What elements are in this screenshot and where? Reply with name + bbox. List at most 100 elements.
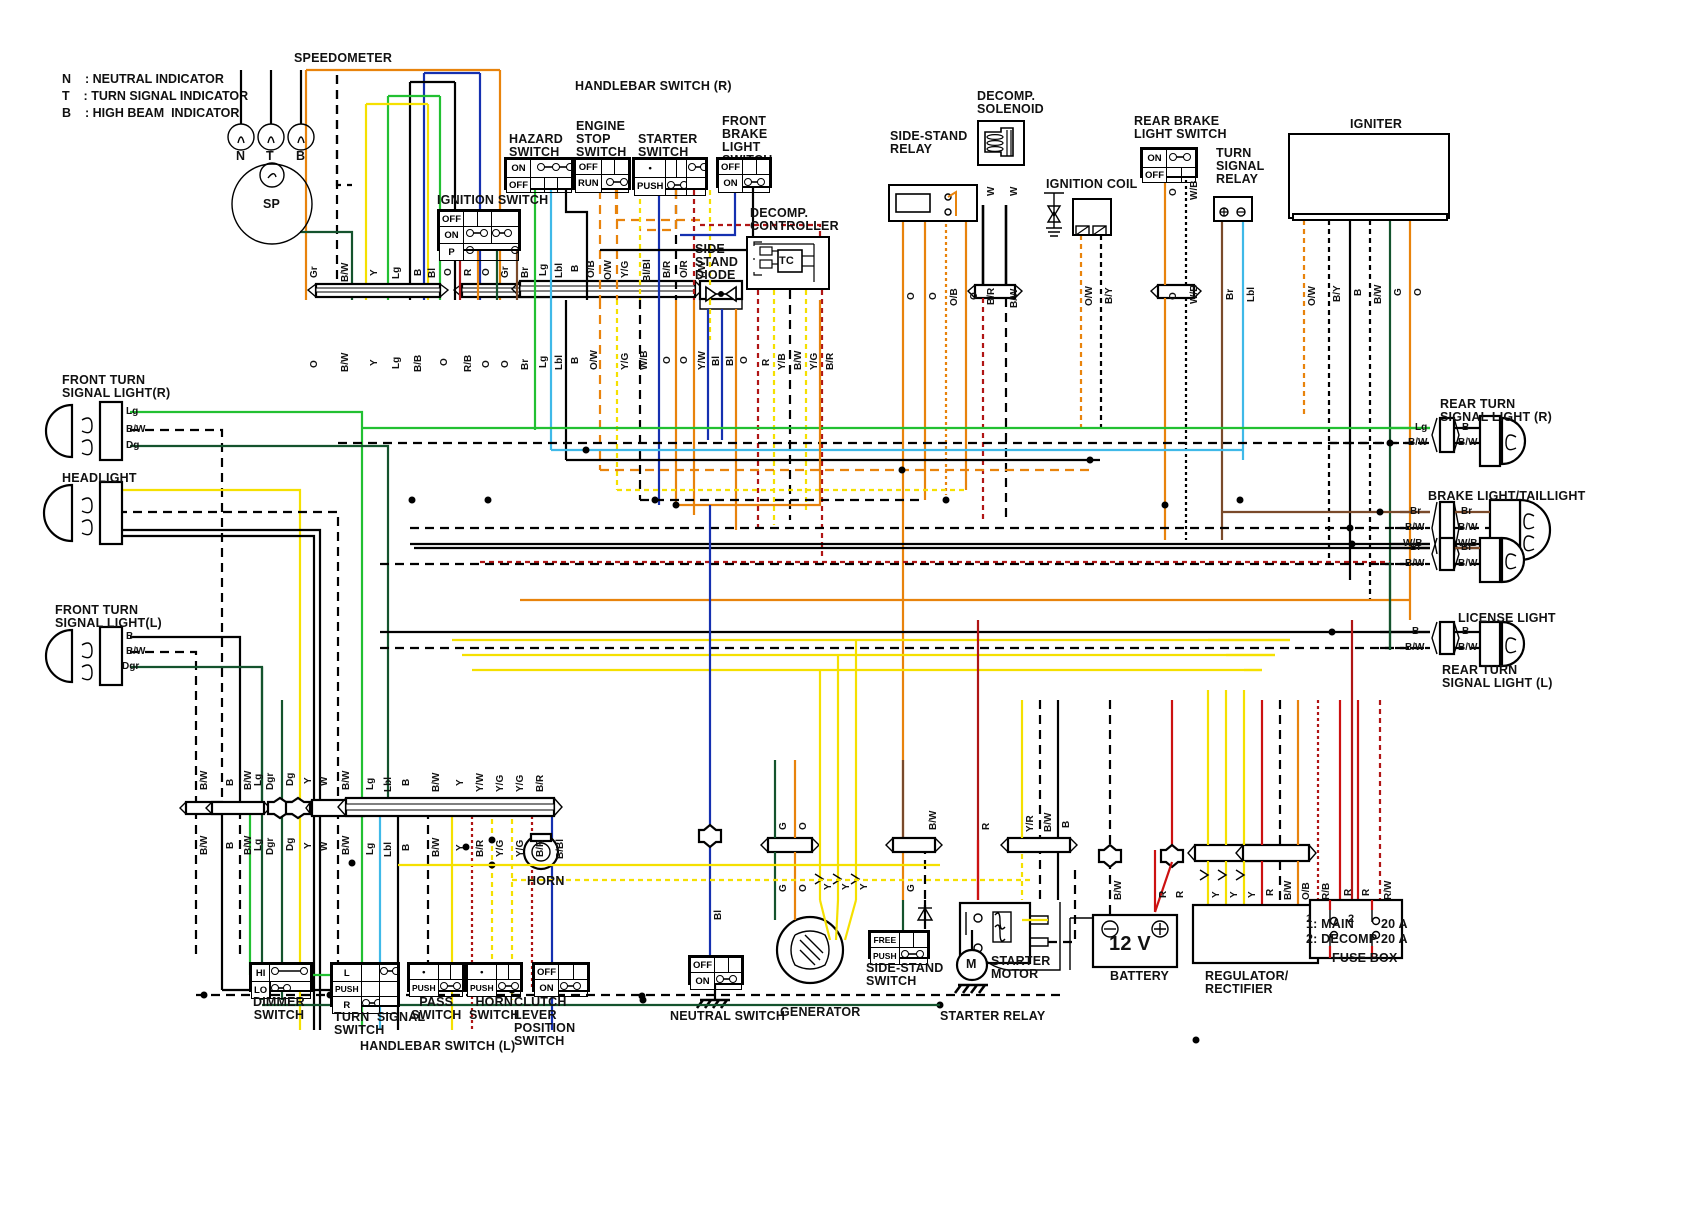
wl-lc-5: Dg — [285, 837, 296, 851]
front-brake-row-off: OFF — [718, 159, 743, 175]
speedometer-indicator-lamps — [227, 70, 315, 151]
clutch-lever-position-switch[interactable]: OFF ON — [532, 962, 590, 997]
starter-motor-symbol: M — [966, 957, 977, 971]
wl-reg-0: Y — [1211, 891, 1222, 898]
brake-left-0: Br — [1410, 506, 1422, 517]
wl-gen-0: G — [778, 822, 789, 830]
wl-hbrb-4: Y/G — [620, 352, 631, 370]
wl-spd-t-4: B — [413, 268, 424, 276]
rear-turn-l-left-1: B/W — [1405, 642, 1425, 653]
wl-hbr-0: Lg — [538, 263, 549, 276]
wl-reg-2: Y — [1247, 891, 1258, 898]
wl-ig-3: B/W — [1373, 284, 1384, 304]
headlight-title: HEADLIGHT — [62, 471, 137, 485]
wl-spd-t-3: Lg — [391, 266, 402, 279]
wl-dsolb-0: B/R — [986, 287, 997, 305]
ignition-switch-title: IGNITION SWITCH — [437, 193, 549, 207]
clutch-lever-position-switch-title: CLUTCH LEVER POSITION SWITCH — [514, 995, 576, 1048]
wl-ign-3: Br — [520, 266, 531, 278]
wl-ig-5: O — [1413, 288, 1424, 296]
clutch-row-off: OFF — [534, 964, 559, 980]
brake-right-0: Br — [1461, 506, 1473, 517]
ignition-switch[interactable]: OFF ON P — [437, 209, 521, 261]
lamp-label-t: T — [266, 149, 274, 163]
engine-stop-row-run: RUN — [575, 174, 602, 193]
decomp-solenoid-box — [977, 120, 1025, 166]
bottom-left-connectors — [179, 796, 563, 820]
front-turn-r-wire-1: B/W — [126, 424, 146, 435]
wl-rbs-1: W/B — [1189, 180, 1200, 200]
fuse-2-rating: 20 A — [1381, 932, 1408, 946]
wl-fb-0: R/B — [1321, 882, 1332, 900]
wl-fb-3: R/W — [1383, 880, 1394, 900]
front-brake-light-switch[interactable]: OFF ON — [716, 157, 772, 193]
clutch-row-on: ON — [534, 979, 559, 997]
wl-genb-3: Y — [841, 883, 852, 890]
wl-hbrb-5: W/B — [639, 350, 650, 370]
neutral-row-off: OFF — [690, 957, 715, 973]
rear-turn-l-right-1: B/W — [1458, 642, 1478, 653]
wl-hbrb-7: O — [679, 356, 690, 364]
wl-ssr-1: O — [928, 292, 939, 300]
wl-hbrb-0: Lg — [538, 355, 549, 368]
wl-ssr-0: O — [906, 292, 917, 300]
wl-tsr-1: Lbl — [1246, 287, 1257, 302]
wl-ignb-2: O — [500, 360, 511, 368]
side-stand-switch[interactable]: FREE PUSH — [868, 930, 930, 965]
side-stand-switch-wires — [885, 760, 943, 930]
dimmer-row-hi: HI — [250, 964, 271, 982]
generator-title: GENERATOR — [780, 1005, 861, 1019]
wl-ignb-0: R/B — [463, 354, 474, 372]
wl-sr-2: B/W — [1043, 812, 1054, 832]
wl-dsol-1: W — [1009, 186, 1020, 196]
lamp-label-n: N — [236, 149, 246, 163]
rear-brake-light-switch[interactable]: ON OFF — [1140, 147, 1198, 183]
wl-bat-1: R — [1158, 890, 1169, 898]
wl-hblb-3: B/W — [431, 837, 442, 857]
wl-hbr-6: Bl/Bl — [642, 259, 653, 282]
wl-spd-b-2: Y — [369, 359, 380, 366]
handlebar-switch-l-title: HANDLEBAR SWITCH (L) — [360, 1039, 516, 1053]
engine-stop-switch[interactable]: OFF RUN — [573, 157, 631, 193]
wl-ig-4: G — [1393, 288, 1404, 296]
wl-fb-1: R — [1343, 888, 1354, 896]
brake-light-taillight-title: BRAKE LIGHT/TAILLIGHT — [1428, 489, 1586, 503]
starter-relay-wires — [953, 700, 1078, 994]
wl-lct-8: B/W — [341, 770, 352, 790]
sss-row-free: FREE — [870, 932, 900, 948]
front-turn-l-wire-2: Dgr — [122, 661, 140, 672]
rear-turn-signal-l-title: REAR TURN SIGNAL LIGHT (L) — [1442, 663, 1553, 690]
front-turn-signal-r-title: FRONT TURN SIGNAL LIGHT(R) — [62, 373, 171, 400]
wl-hblb-8: B/R — [535, 839, 546, 857]
horn-switch[interactable]: • PUSH — [465, 962, 523, 997]
wl-sr-0: R — [981, 822, 992, 830]
battery-wires — [1069, 700, 1185, 970]
hazard-switch[interactable]: ON OFF — [504, 157, 574, 193]
wl-spd-t-1: B/W — [340, 262, 351, 282]
wl-hbrb-3: O/W — [589, 350, 600, 370]
wl-lc-6: Y — [303, 842, 314, 849]
wl-spd-b-1: B/W — [340, 352, 351, 372]
wl-coil-1: B/Y — [1104, 287, 1115, 304]
wl-lc-4: Dgr — [265, 837, 276, 855]
front-turn-r-wire-2: Dg — [126, 440, 140, 451]
starter-switch[interactable]: • PUSH — [632, 157, 708, 196]
wl-bat-2: R — [1175, 890, 1186, 898]
wl-rbsb-0: O — [1168, 292, 1179, 300]
fuse-1-label: 1: MAIN — [1306, 917, 1354, 931]
igniter-wires — [1302, 220, 1412, 650]
neutral-switch[interactable]: OFF ON — [688, 955, 744, 990]
wl-reg-5: O/B — [1301, 882, 1312, 900]
wl-ssd-0: Bl — [711, 356, 722, 366]
tss-row-push: PUSH — [332, 981, 362, 997]
handlebar-switch-r-title: HANDLEBAR SWITCH (R) — [575, 79, 732, 93]
pass-switch[interactable]: • PUSH — [407, 962, 465, 997]
pass-row-dot: • — [409, 964, 439, 980]
turn-signal-switch[interactable]: L PUSH R — [330, 962, 400, 1014]
wl-dsol-0: W — [986, 186, 997, 196]
dimmer-switch[interactable]: HI LO — [249, 962, 313, 999]
wl-genb-0: G — [778, 884, 789, 892]
wl-hbrb-2: B — [570, 356, 581, 364]
wl-hblb-9: B/Bl — [555, 839, 566, 859]
rear-turn-r-left-0: Lg — [1415, 422, 1428, 433]
